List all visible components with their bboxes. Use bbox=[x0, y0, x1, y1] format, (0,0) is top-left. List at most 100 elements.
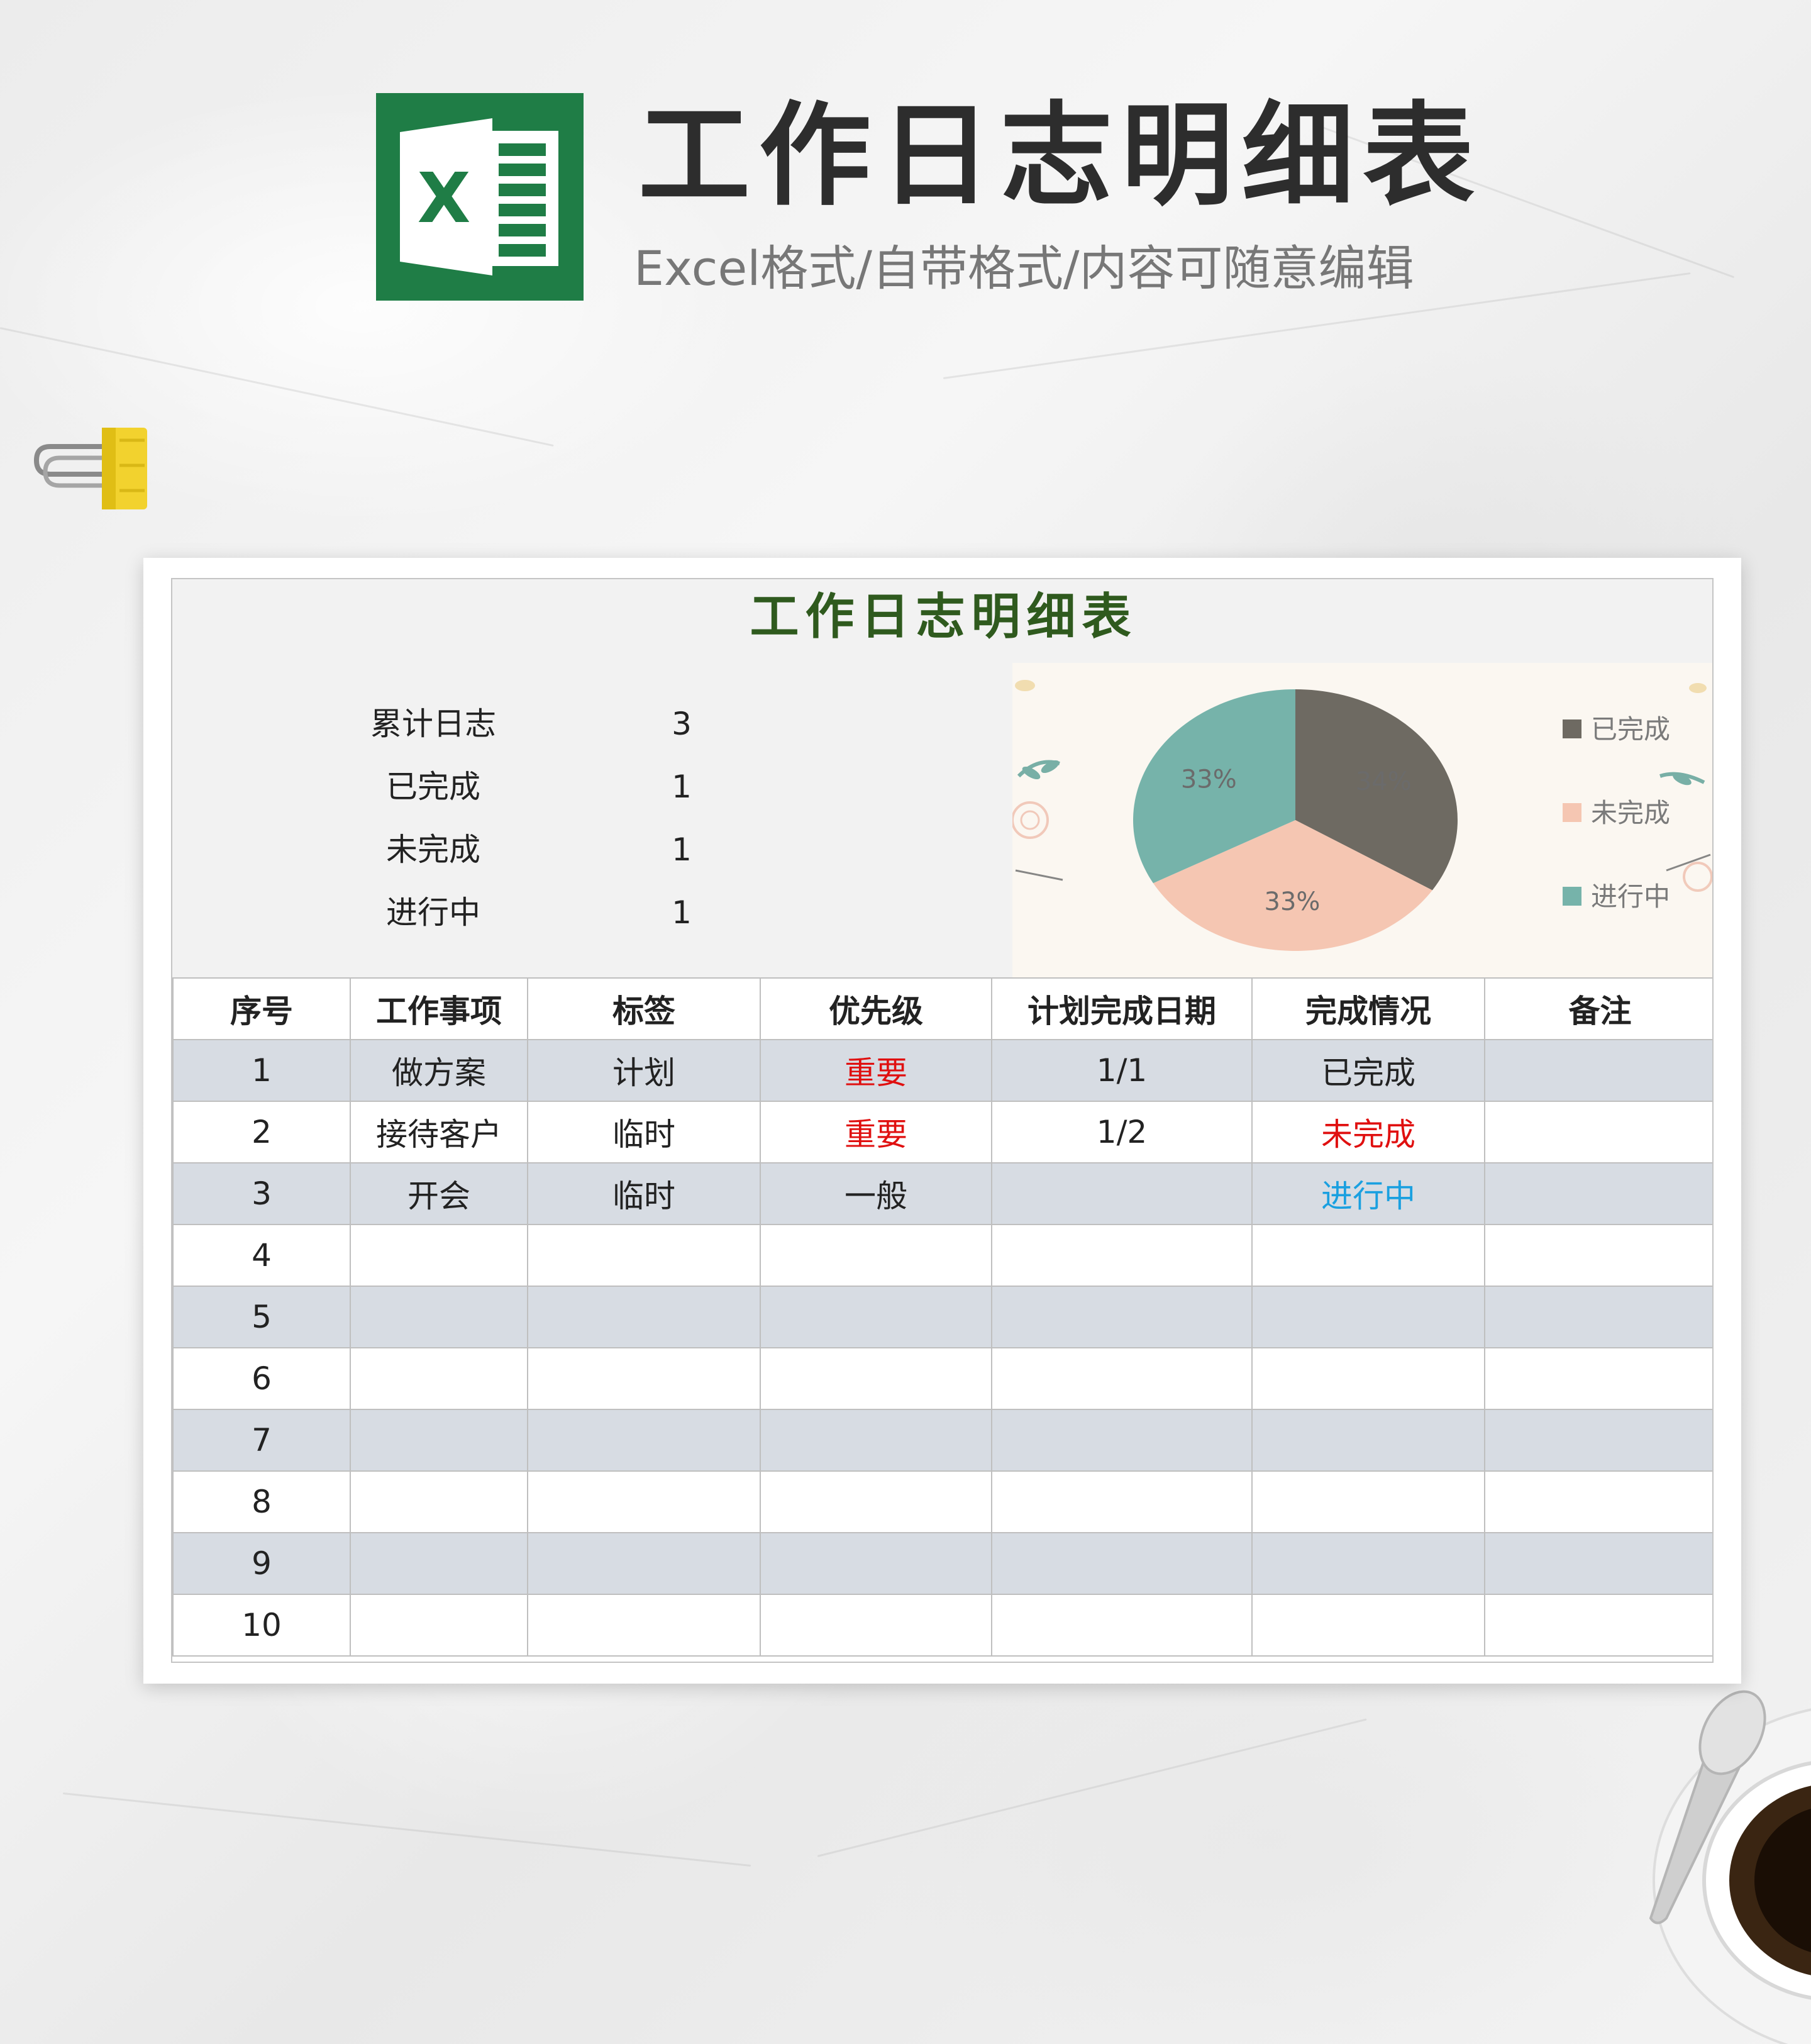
cell-status[interactable] bbox=[1251, 1224, 1485, 1287]
cell-priority[interactable]: 重要 bbox=[760, 1039, 992, 1102]
cell-priority[interactable]: 重要 bbox=[760, 1101, 992, 1164]
cell-tag[interactable] bbox=[527, 1470, 761, 1533]
table-row: 3 开会 临时 一般 进行中 bbox=[172, 1162, 1712, 1225]
cell-priority[interactable] bbox=[760, 1594, 992, 1657]
cell-notes[interactable] bbox=[1484, 1409, 1712, 1472]
cell-tag[interactable] bbox=[527, 1347, 761, 1410]
cell-task[interactable] bbox=[350, 1594, 528, 1657]
pie-data-label: 34% bbox=[1356, 767, 1412, 796]
page-title: 工作日志明细表 bbox=[638, 91, 1483, 221]
cell-priority[interactable] bbox=[760, 1470, 992, 1533]
cell-task[interactable] bbox=[350, 1470, 528, 1533]
summary-value-undone: 1 bbox=[672, 831, 692, 868]
cell-status[interactable] bbox=[1251, 1594, 1485, 1657]
worklog-table: 序号 工作事项 标签 优先级 计划完成日期 完成情况 备注 1 做方案 计划 重要 1/… bbox=[172, 977, 1712, 1657]
cell-due-date[interactable]: 1/1 bbox=[991, 1039, 1253, 1102]
cell-status[interactable] bbox=[1251, 1532, 1485, 1595]
pie-data-label: 33% bbox=[1265, 887, 1321, 916]
cell-notes[interactable] bbox=[1484, 1594, 1712, 1657]
legend-label[interactable]: 进行中 bbox=[1591, 881, 1670, 912]
cell-tag[interactable]: 计划 bbox=[527, 1039, 761, 1102]
cell-tag[interactable] bbox=[527, 1224, 761, 1287]
cell-notes[interactable] bbox=[1484, 1039, 1712, 1102]
cell-due-date[interactable] bbox=[991, 1162, 1253, 1225]
cell-index[interactable]: 6 bbox=[172, 1347, 351, 1410]
status-pie-chart[interactable]: 34% 33% 33% 已完成未完成进行中 bbox=[1012, 663, 1712, 977]
col-header-priority: 优先级 bbox=[760, 977, 992, 1040]
cell-task[interactable]: 开会 bbox=[350, 1162, 528, 1225]
cell-status[interactable]: 已完成 bbox=[1251, 1039, 1485, 1102]
summary-label-undone: 未完成 bbox=[386, 831, 480, 868]
cell-task[interactable]: 接待客户 bbox=[350, 1101, 528, 1164]
cell-notes[interactable] bbox=[1484, 1162, 1712, 1225]
cell-priority[interactable] bbox=[760, 1347, 992, 1410]
table-row: 6 bbox=[172, 1347, 1712, 1410]
cell-notes[interactable] bbox=[1484, 1224, 1712, 1287]
table-header-row: 序号 工作事项 标签 优先级 计划完成日期 完成情况 备注 bbox=[172, 977, 1712, 1040]
cell-due-date[interactable] bbox=[991, 1224, 1253, 1287]
cell-index[interactable]: 9 bbox=[172, 1532, 351, 1595]
cell-due-date[interactable] bbox=[991, 1532, 1253, 1595]
table-row: 7 bbox=[172, 1409, 1712, 1472]
cell-due-date[interactable] bbox=[991, 1470, 1253, 1533]
cell-status[interactable]: 进行中 bbox=[1251, 1162, 1485, 1225]
cell-due-date[interactable] bbox=[991, 1594, 1253, 1657]
cell-status[interactable] bbox=[1251, 1470, 1485, 1533]
cell-tag[interactable] bbox=[527, 1532, 761, 1595]
cell-tag[interactable] bbox=[527, 1286, 761, 1348]
cell-priority[interactable] bbox=[760, 1532, 992, 1595]
worklog-sheet: 工作日志明细表 累计日志 3 已完成 1 未完成 1 进行中 1 34% 33%… bbox=[171, 578, 1714, 1663]
summary-label-total: 累计日志 bbox=[370, 706, 496, 742]
cell-status[interactable]: 未完成 bbox=[1251, 1101, 1485, 1164]
cell-status[interactable] bbox=[1251, 1409, 1485, 1472]
cell-task[interactable]: 做方案 bbox=[350, 1039, 528, 1102]
cell-due-date[interactable] bbox=[991, 1347, 1253, 1410]
cell-due-date[interactable] bbox=[991, 1286, 1253, 1348]
logo-letter: X bbox=[418, 158, 471, 238]
cell-index[interactable]: 4 bbox=[172, 1224, 351, 1287]
legend-label[interactable]: 已完成 bbox=[1591, 714, 1670, 745]
cell-status[interactable] bbox=[1251, 1347, 1485, 1410]
col-header-index: 序号 bbox=[172, 977, 351, 1040]
cell-tag[interactable]: 临时 bbox=[527, 1162, 761, 1225]
sheet-title: 工作日志明细表 bbox=[750, 589, 1138, 645]
cell-notes[interactable] bbox=[1484, 1347, 1712, 1410]
cell-index[interactable]: 3 bbox=[172, 1162, 351, 1225]
cell-status[interactable] bbox=[1251, 1286, 1485, 1348]
cell-due-date[interactable] bbox=[991, 1409, 1253, 1472]
cell-index[interactable]: 1 bbox=[172, 1039, 351, 1102]
table-row: 5 bbox=[172, 1286, 1712, 1348]
cell-task[interactable] bbox=[350, 1532, 528, 1595]
cell-priority[interactable] bbox=[760, 1224, 992, 1287]
cell-index[interactable]: 2 bbox=[172, 1101, 351, 1164]
pie-data-label: 33% bbox=[1181, 765, 1237, 794]
cell-index[interactable]: 7 bbox=[172, 1409, 351, 1472]
cell-index[interactable]: 5 bbox=[172, 1286, 351, 1348]
cell-tag[interactable]: 临时 bbox=[527, 1101, 761, 1164]
cell-priority[interactable] bbox=[760, 1286, 992, 1348]
table-row: 9 bbox=[172, 1532, 1712, 1595]
legend-swatch bbox=[1563, 803, 1581, 822]
cell-notes[interactable] bbox=[1484, 1101, 1712, 1164]
cell-index[interactable]: 10 bbox=[172, 1594, 351, 1657]
cell-task[interactable] bbox=[350, 1409, 528, 1472]
cell-priority[interactable]: 一般 bbox=[760, 1162, 992, 1225]
table-row: 8 bbox=[172, 1470, 1712, 1533]
excel-logo-icon: X bbox=[376, 93, 584, 301]
cell-notes[interactable] bbox=[1484, 1532, 1712, 1595]
cell-notes[interactable] bbox=[1484, 1286, 1712, 1348]
coffee-cup-icon bbox=[1649, 1690, 1811, 2044]
cell-tag[interactable] bbox=[527, 1594, 761, 1657]
cell-tag[interactable] bbox=[527, 1409, 761, 1472]
cell-task[interactable] bbox=[350, 1347, 528, 1410]
table-row: 10 bbox=[172, 1594, 1712, 1657]
cell-due-date[interactable]: 1/2 bbox=[991, 1101, 1253, 1164]
cell-task[interactable] bbox=[350, 1286, 528, 1348]
cell-index[interactable]: 8 bbox=[172, 1470, 351, 1533]
cell-task[interactable] bbox=[350, 1224, 528, 1287]
legend-label[interactable]: 未完成 bbox=[1591, 797, 1670, 828]
col-header-due-date: 计划完成日期 bbox=[991, 977, 1253, 1040]
col-header-notes: 备注 bbox=[1484, 977, 1712, 1040]
cell-priority[interactable] bbox=[760, 1409, 992, 1472]
cell-notes[interactable] bbox=[1484, 1470, 1712, 1533]
